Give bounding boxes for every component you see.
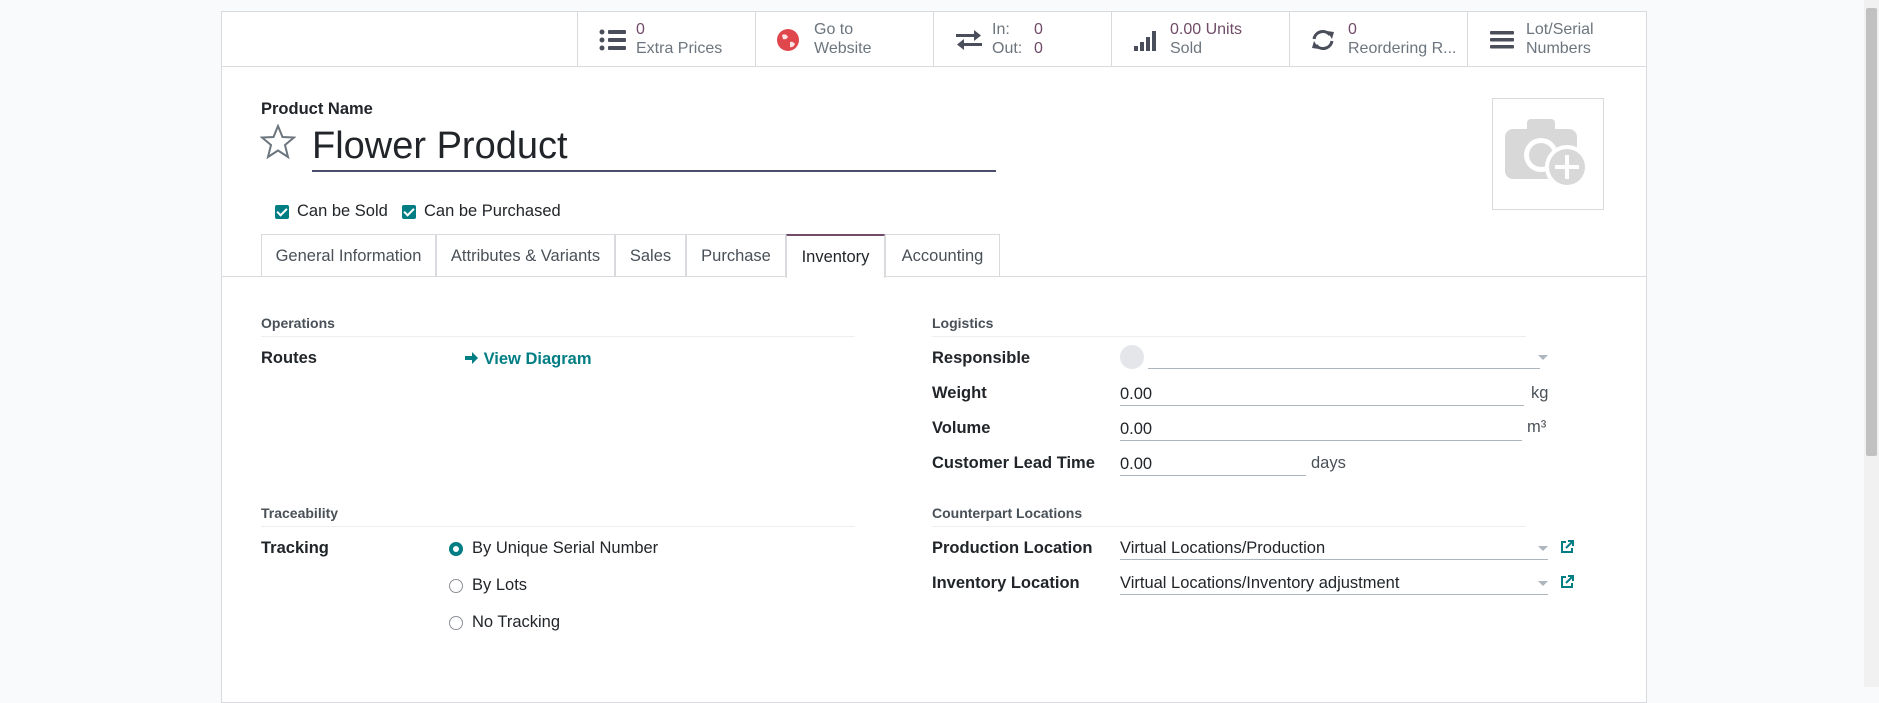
refresh-icon bbox=[1312, 30, 1334, 50]
routes-label: Routes bbox=[261, 349, 317, 367]
lot-serial-numbers-button[interactable]: Lot/Serial Numbers bbox=[1467, 12, 1646, 66]
operations-group-title: Operations bbox=[261, 315, 855, 337]
tab-accounting[interactable]: Accounting bbox=[885, 234, 1000, 276]
option-no-tracking[interactable]: No Tracking bbox=[472, 613, 560, 632]
arrow-right-icon bbox=[465, 352, 478, 364]
in-value: 0 bbox=[1034, 21, 1043, 38]
production-location-label: Production Location bbox=[932, 539, 1093, 557]
weight-label: Weight bbox=[932, 384, 987, 402]
extra-prices-button[interactable]: 0 Extra Prices bbox=[577, 12, 755, 66]
responsible-label: Responsible bbox=[932, 349, 1031, 367]
volume-label: Volume bbox=[932, 419, 991, 437]
avatar-placeholder bbox=[1120, 345, 1144, 369]
in-out-button[interactable]: In: 0 Out: 0 bbox=[933, 12, 1111, 66]
external-link-icon[interactable] bbox=[1559, 539, 1575, 555]
counterpart-locations-group-title: Counterpart Locations bbox=[932, 505, 1526, 527]
signal-bars-icon bbox=[1134, 31, 1156, 51]
chevron-down-icon bbox=[1538, 581, 1548, 586]
tracking-label: Tracking bbox=[261, 539, 329, 557]
inventory-location-label: Inventory Location bbox=[932, 574, 1080, 592]
can-be-sold-label: Can be Sold bbox=[297, 202, 388, 220]
volume-input[interactable]: 0.00 bbox=[1120, 417, 1522, 441]
tab-inventory[interactable]: Inventory bbox=[786, 234, 885, 278]
radio-by-unique-serial-number[interactable] bbox=[449, 542, 463, 556]
product-name-input[interactable]: Flower Product bbox=[312, 124, 996, 172]
globe-icon bbox=[777, 29, 799, 51]
customer-lead-time-input[interactable]: 0.00 bbox=[1120, 452, 1306, 476]
logistics-group-title: Logistics bbox=[932, 315, 1526, 337]
radio-by-lots[interactable] bbox=[449, 579, 463, 593]
lots-line1: Lot/Serial bbox=[1526, 21, 1594, 38]
reordering-count: 0 bbox=[1348, 21, 1357, 38]
product-name-label: Product Name bbox=[261, 100, 373, 118]
scrollbar-thumb[interactable] bbox=[1866, 8, 1877, 456]
weight-input[interactable]: 0.00 bbox=[1120, 382, 1524, 406]
responsible-select[interactable] bbox=[1148, 345, 1540, 369]
production-location-select[interactable]: Virtual Locations/Production bbox=[1120, 536, 1548, 560]
units-sold-label: Sold bbox=[1170, 40, 1203, 57]
tab-attributes-variants[interactable]: Attributes & Variants bbox=[436, 234, 615, 276]
weight-unit: kg bbox=[1531, 384, 1549, 402]
option-by-unique-serial-number[interactable]: By Unique Serial Number bbox=[472, 539, 658, 558]
smart-button-bar: 0 Extra Prices Go to Website In: 0 Out: 0 bbox=[222, 12, 1646, 67]
list-icon bbox=[599, 29, 626, 51]
go-to-website-button[interactable]: Go to Website bbox=[755, 12, 933, 66]
check-icon bbox=[402, 205, 416, 219]
customer-lead-time-label: Customer Lead Time bbox=[932, 454, 1095, 472]
units-sold-value: 0.00 Units bbox=[1170, 21, 1243, 38]
external-link-icon[interactable] bbox=[1559, 574, 1575, 590]
page-scrollbar[interactable] bbox=[1864, 0, 1879, 687]
extra-prices-count: 0 bbox=[636, 21, 645, 38]
extra-prices-label: Extra Prices bbox=[636, 40, 723, 57]
lots-line2: Numbers bbox=[1526, 40, 1591, 57]
option-by-lots[interactable]: By Lots bbox=[472, 576, 527, 595]
website-line2: Website bbox=[814, 40, 872, 57]
tab-general-information[interactable]: General Information bbox=[261, 234, 436, 276]
tab-sales[interactable]: Sales bbox=[615, 234, 686, 276]
reordering-rules-button[interactable]: 0 Reordering R... bbox=[1289, 12, 1467, 66]
reordering-label: Reordering R... bbox=[1348, 40, 1457, 57]
website-line1: Go to bbox=[814, 21, 854, 38]
camera-add-icon bbox=[1505, 119, 1589, 189]
radio-no-tracking[interactable] bbox=[449, 616, 463, 630]
can-be-purchased-label: Can be Purchased bbox=[424, 202, 561, 220]
tab-purchase[interactable]: Purchase bbox=[686, 234, 786, 276]
in-label: In: bbox=[992, 21, 1010, 38]
chevron-down-icon bbox=[1538, 546, 1548, 551]
out-value: 0 bbox=[1034, 40, 1043, 57]
chevron-down-icon bbox=[1538, 355, 1548, 360]
inventory-location-select[interactable]: Virtual Locations/Inventory adjustment bbox=[1120, 571, 1548, 595]
volume-unit: m³ bbox=[1527, 418, 1547, 436]
favorite-star-icon[interactable] bbox=[260, 124, 296, 160]
product-image-upload[interactable] bbox=[1492, 98, 1604, 210]
exchange-icon bbox=[956, 30, 982, 50]
product-form-sheet: 0 Extra Prices Go to Website In: 0 Out: 0 bbox=[221, 11, 1647, 703]
out-label: Out: bbox=[992, 40, 1023, 57]
units-sold-button[interactable]: 0.00 Units Sold bbox=[1111, 12, 1289, 66]
bars-icon bbox=[1490, 31, 1514, 49]
view-diagram-link[interactable]: View Diagram bbox=[465, 350, 592, 369]
traceability-group-title: Traceability bbox=[261, 505, 855, 527]
check-icon bbox=[275, 205, 289, 219]
lead-time-unit: days bbox=[1311, 454, 1346, 472]
view-diagram-label: View Diagram bbox=[483, 350, 592, 368]
